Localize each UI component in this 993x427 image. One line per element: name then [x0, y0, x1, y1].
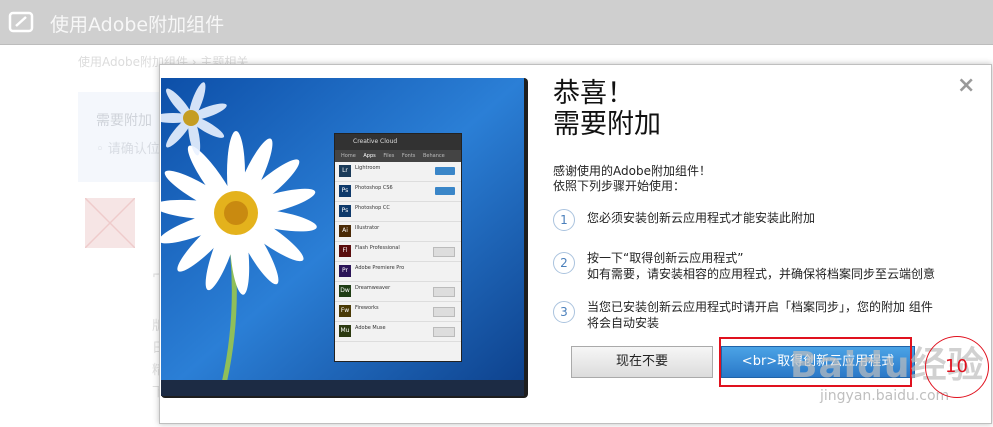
cc-app-row: Ps Photoshop CC [335, 202, 461, 222]
step-line: 按一下“取得创新云应用程式” [587, 251, 744, 265]
cc-tabs: Home Apps Files Fonts Behance [335, 150, 461, 162]
install-button [433, 247, 455, 257]
app-icon: Ai [339, 225, 351, 237]
step-text: 当您已安装创新云应用程式时请开启「档案同步」，您的附加 组件 将会自动安装 [587, 299, 992, 331]
step-number: 3 [553, 301, 575, 323]
app-name: Lightroom [355, 165, 381, 171]
heading-line: 需要附加 [553, 109, 661, 140]
taskbar [161, 380, 524, 396]
update-button [435, 167, 455, 175]
app-name: Fireworks [355, 305, 379, 311]
intro-line: 感谢使用的Adobe附加组件！ [553, 164, 711, 178]
laptop-illustration: Creative Cloud Home Apps Files Fonts Beh… [161, 78, 528, 398]
app-name: Photoshop CS6 [355, 185, 393, 191]
dialog-heading: 恭喜！ 需要附加 [553, 78, 661, 140]
creative-cloud-panel: Creative Cloud Home Apps Files Fonts Beh… [334, 133, 462, 362]
step-number: 2 [553, 252, 575, 274]
cc-tab: Apps [363, 153, 376, 159]
cc-app-row: Fw Fireworks [335, 302, 461, 322]
cc-app-row: Dw Dreamweaver [335, 282, 461, 302]
cc-app-list: Lr Lightroom Ps Photoshop CS6 Ps Photoshop … [335, 162, 461, 361]
cc-app-row: Pr Adobe Premiere Pro [335, 262, 461, 282]
addon-logo-icon [8, 11, 34, 33]
step-line: 如有需要，请安装相容的应用程式，并确保将档案同步至云端创意 [587, 267, 936, 281]
cc-tab: Behance [423, 153, 445, 159]
watermark-url: jingyan.baidu.com [820, 388, 950, 404]
cc-app-row: Ps Photoshop CS6 [335, 182, 461, 202]
not-now-button[interactable]: 现在不要 [571, 346, 713, 378]
install-button [433, 307, 455, 317]
app-icon: Dw [339, 285, 351, 297]
app-name: Dreamweaver [355, 285, 391, 291]
cc-app-row: Fl Flash Professional [335, 242, 461, 262]
title-bar: 使用Adobe附加组件 [0, 0, 993, 45]
cc-tab: Fonts [401, 153, 416, 159]
step-text: 按一下“取得创新云应用程式” 如有需要，请安装相容的应用程式，并确保将档案同步至… [587, 250, 992, 282]
app-name: Photoshop CC [355, 205, 390, 211]
close-icon[interactable]: × [957, 73, 975, 98]
cc-app-row: Lr Lightroom [335, 162, 461, 182]
app-icon: Ps [339, 185, 351, 197]
app-name: Adobe Muse [355, 325, 386, 331]
cc-panel-title: Creative Cloud [335, 134, 461, 150]
install-button [433, 287, 455, 297]
app-name: Illustrator [355, 225, 380, 231]
app-icon: Pr [339, 265, 351, 277]
step-line: 将会自动安装 [587, 316, 660, 330]
step-text: 您必须安装创新云应用程式才能安装此附加 [587, 210, 992, 226]
app-name: Flash Professional [355, 245, 400, 251]
app-name: Adobe Premiere Pro [355, 265, 405, 271]
app-icon: Mu [339, 325, 351, 337]
desktop-screen: Creative Cloud Home Apps Files Fonts Beh… [161, 78, 524, 396]
step-number: 1 [553, 209, 575, 231]
cc-app-row: Ai Illustrator [335, 222, 461, 242]
update-button [435, 187, 455, 195]
heading-line: 恭喜！ [553, 78, 634, 109]
cc-app-row: Mu Adobe Muse [335, 322, 461, 342]
step-marker-number: 10 [945, 356, 968, 377]
window-title: 使用Adobe附加组件 [50, 14, 225, 36]
step-line: 您必须安装创新云应用程式才能安装此附加 [587, 211, 816, 225]
install-button [433, 327, 455, 337]
dialog-intro: 感谢使用的Adobe附加组件！ 依照下列步骤开始使用： [553, 164, 711, 194]
cc-tab: Home [341, 153, 356, 159]
app-icon: Fl [339, 245, 351, 257]
intro-line: 依照下列步骤开始使用： [553, 179, 686, 193]
app-icon: Ps [339, 205, 351, 217]
app-icon: Fw [339, 305, 351, 317]
step-line: 当您已安装创新云应用程式时请开启「档案同步」，您的附加 组件 [587, 300, 933, 314]
app-icon: Lr [339, 165, 351, 177]
cc-tab: Files [383, 153, 395, 159]
